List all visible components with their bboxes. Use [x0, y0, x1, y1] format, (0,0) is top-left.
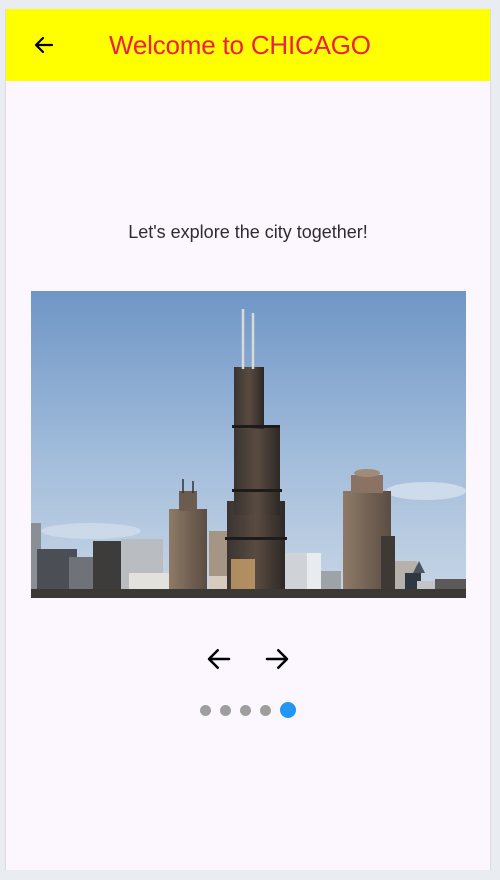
page-dot-2[interactable]	[220, 704, 231, 716]
carousel-nav	[6, 642, 490, 676]
tagline-text: Let's explore the city together!	[128, 222, 368, 242]
back-button[interactable]	[26, 27, 62, 63]
arrow-left-icon	[34, 36, 54, 54]
next-button[interactable]	[260, 642, 294, 676]
page-dot-1[interactable]	[200, 704, 211, 716]
page-dot-3[interactable]	[240, 704, 251, 716]
arrow-right-icon	[265, 649, 289, 669]
app-bar: Welcome to CHICAGO	[6, 9, 490, 81]
skyline-photo	[31, 291, 466, 598]
prev-button[interactable]	[202, 642, 236, 676]
skyline-illustration	[31, 291, 466, 598]
page-dot-5-active[interactable]	[280, 702, 296, 718]
page-dot-4[interactable]	[260, 704, 271, 716]
page-title: Welcome to CHICAGO	[109, 30, 371, 60]
app-screen: Welcome to CHICAGO Let's explore the cit…	[5, 9, 491, 870]
arrow-left-icon	[207, 649, 231, 669]
page-indicator	[6, 701, 490, 719]
